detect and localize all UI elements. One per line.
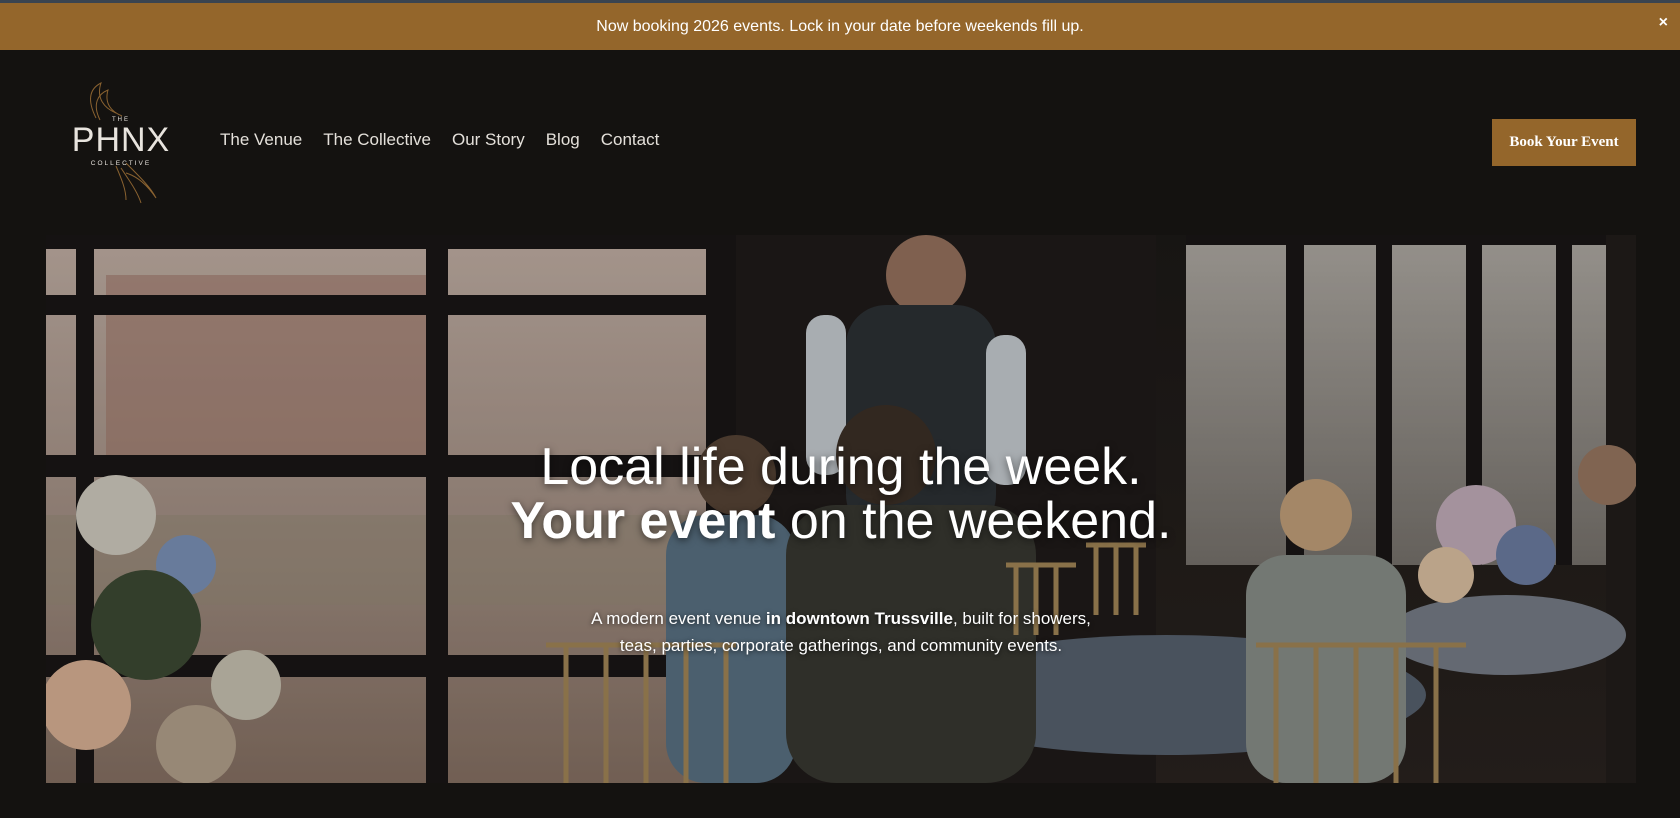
hero-sub-part2: , built for showers, xyxy=(952,609,1091,628)
nav-item-blog[interactable]: Blog xyxy=(546,130,580,150)
nav-item-our-story[interactable]: Our Story xyxy=(452,130,525,150)
hero-title-line1: Local life during the week. xyxy=(540,438,1142,496)
hero-subheading: A modern event venue in downtown Trussvi… xyxy=(46,605,1636,659)
hero-title-rest: on the weekend. xyxy=(775,492,1172,550)
nav-item-contact[interactable]: Contact xyxy=(601,130,660,150)
site-header: THE PHNX COLLECTIVE The Venue The Collec… xyxy=(0,50,1680,235)
hero-heading: Local life during the week. Your event o… xyxy=(46,440,1636,548)
hero-sub-bold: in downtown Trussville xyxy=(765,609,953,628)
banner-text: Now booking 2026 events. Lock in your da… xyxy=(596,17,1084,35)
announcement-banner: Now booking 2026 events. Lock in your da… xyxy=(0,3,1680,50)
hero-sub-part1: A modern event venue xyxy=(591,609,766,628)
nav-item-the-collective[interactable]: The Collective xyxy=(323,130,431,150)
logo-main: PHNX xyxy=(72,121,170,159)
hero-title-bold: Your event xyxy=(510,492,776,550)
hero-section: Local life during the week. Your event o… xyxy=(46,235,1636,783)
logo-small-bottom: COLLECTIVE xyxy=(91,160,151,167)
book-your-event-button[interactable]: Book Your Event xyxy=(1492,119,1636,166)
main-nav: The Venue The Collective Our Story Blog … xyxy=(220,130,659,150)
hero-sub-line2: teas, parties, corporate gatherings, and… xyxy=(619,636,1063,655)
logo[interactable]: THE PHNX COLLECTIVE xyxy=(56,78,186,208)
hero-sub-line1: A modern event venue in downtown Trussvi… xyxy=(46,605,1636,632)
hero-title-line2: Your event on the weekend. xyxy=(46,494,1636,548)
nav-item-the-venue[interactable]: The Venue xyxy=(220,130,302,150)
close-icon[interactable]: × xyxy=(1659,14,1668,32)
